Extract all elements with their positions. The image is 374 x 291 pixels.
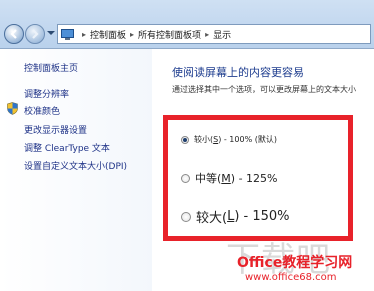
option-label: ) - 125%: [230, 171, 278, 185]
sidebar-item-calibrate-color[interactable]: 校准颜色: [24, 104, 60, 117]
chevron-right-icon: ▸: [205, 29, 210, 39]
chevron-right-icon: ▸: [82, 29, 87, 39]
option-accesskey: M: [221, 171, 231, 185]
address-bar[interactable]: ▸ 控制面板 ▸ 所有控制面板项 ▸ 显示: [57, 24, 371, 44]
option-label: ) - 100% (默认): [218, 135, 277, 144]
page-description: 通过选择其中一个选项，可以更改屏幕上的文本大小: [172, 85, 356, 94]
option-smaller[interactable]: 较小(S) - 100% (默认): [181, 134, 277, 145]
back-arrow-icon: [10, 29, 17, 39]
sidebar-item-home[interactable]: 控制面板主页: [24, 61, 78, 74]
option-larger[interactable]: 较大(L) - 150%: [181, 207, 290, 226]
shield-icon: [7, 102, 18, 115]
breadcrumb-item[interactable]: 所有控制面板项: [138, 28, 201, 41]
radio-button-selected[interactable]: [181, 135, 189, 144]
chevron-right-icon: ▸: [130, 29, 135, 39]
option-label: 较大(: [196, 211, 228, 226]
option-label: ) - 150%: [234, 209, 290, 224]
page-title: 使阅读屏幕上的内容更容易: [172, 66, 304, 79]
back-button[interactable]: [4, 24, 24, 44]
forward-arrow-icon: [32, 29, 39, 39]
option-label: 中等(: [195, 172, 222, 185]
control-panel-icon: [61, 28, 74, 40]
sidebar-item-display-settings[interactable]: 更改显示器设置: [24, 123, 87, 136]
forward-button[interactable]: [25, 24, 45, 44]
breadcrumb-item[interactable]: 显示: [213, 28, 231, 41]
option-medium[interactable]: 中等(M) - 125%: [181, 170, 278, 186]
watermark-site-name: Office教程学习网: [237, 255, 353, 271]
breadcrumb-item[interactable]: 控制面板: [90, 28, 126, 41]
recent-pages-dropdown[interactable]: [47, 31, 55, 35]
option-label: 较小(: [194, 135, 214, 144]
option-accesskey: L: [227, 209, 235, 224]
radio-button[interactable]: [181, 173, 190, 183]
watermark-url: www.office68.com: [245, 272, 337, 283]
radio-button[interactable]: [181, 211, 191, 222]
sidebar-item-cleartype[interactable]: 调整 ClearType 文本: [24, 141, 110, 154]
sidebar-item-resolution[interactable]: 调整分辨率: [24, 87, 69, 100]
sidebar-item-custom-dpi[interactable]: 设置自定义文本大小(DPI): [24, 159, 127, 172]
